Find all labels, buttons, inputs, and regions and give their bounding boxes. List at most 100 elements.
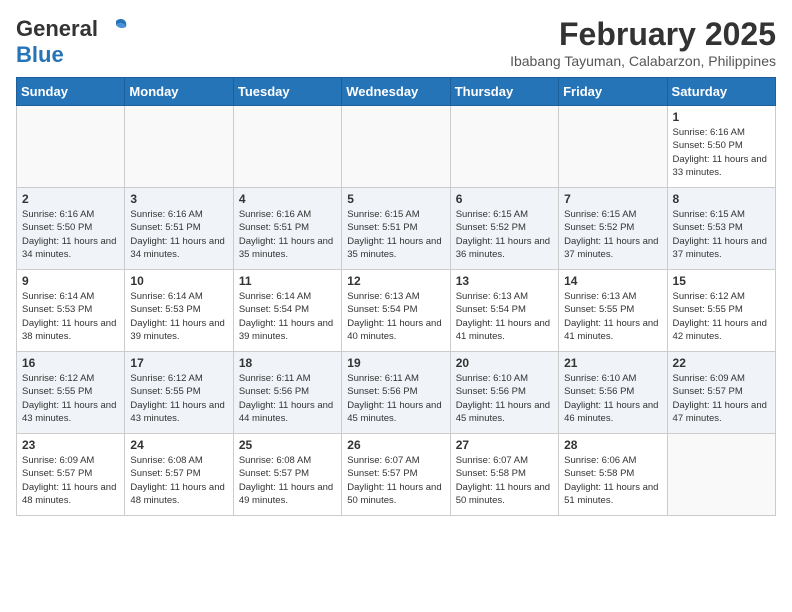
day-info: Sunrise: 6:09 AM Sunset: 5:57 PM Dayligh… (673, 372, 770, 425)
calendar-header-row: SundayMondayTuesdayWednesdayThursdayFrid… (17, 78, 776, 106)
day-of-week-header: Sunday (17, 78, 125, 106)
calendar-week-row: 23Sunrise: 6:09 AM Sunset: 5:57 PM Dayli… (17, 434, 776, 516)
calendar-cell: 16 Sunrise: 6:12 AM Sunset: 5:55 PM Dayli… (17, 352, 125, 434)
day-info: Sunrise: 6:10 AM Sunset: 5:56 PM Dayligh… (456, 372, 553, 425)
calendar-cell: 1 Sunrise: 6:16 AM Sunset: 5:50 PM Daylig… (667, 106, 775, 188)
calendar-cell: 26Sunrise: 6:07 AM Sunset: 5:57 PM Dayli… (342, 434, 450, 516)
day-of-week-header: Wednesday (342, 78, 450, 106)
day-number: 18 (239, 356, 336, 370)
day-info: Sunrise: 6:08 AM Sunset: 5:57 PM Dayligh… (130, 454, 227, 507)
day-number: 21 (564, 356, 661, 370)
calendar-cell (125, 106, 233, 188)
day-info: Sunrise: 6:11 AM Sunset: 5:56 PM Dayligh… (347, 372, 444, 425)
calendar-cell: 8 Sunrise: 6:15 AM Sunset: 5:53 PM Daylig… (667, 188, 775, 270)
day-number: 6 (456, 192, 553, 206)
day-info: Sunrise: 6:12 AM Sunset: 5:55 PM Dayligh… (130, 372, 227, 425)
day-number: 13 (456, 274, 553, 288)
day-of-week-header: Tuesday (233, 78, 341, 106)
calendar-cell: 27 Sunrise: 6:07 AM Sunset: 5:58 PM Dayli… (450, 434, 558, 516)
day-info: Sunrise: 6:16 AM Sunset: 5:51 PM Dayligh… (239, 208, 336, 261)
day-number: 15 (673, 274, 770, 288)
calendar-cell: 10Sunrise: 6:14 AM Sunset: 5:53 PM Dayli… (125, 270, 233, 352)
calendar-cell: 4 Sunrise: 6:16 AM Sunset: 5:51 PM Daylig… (233, 188, 341, 270)
day-info: Sunrise: 6:10 AM Sunset: 5:56 PM Dayligh… (564, 372, 661, 425)
calendar-cell: 2Sunrise: 6:16 AM Sunset: 5:50 PM Daylig… (17, 188, 125, 270)
calendar-cell: 15 Sunrise: 6:12 AM Sunset: 5:55 PM Dayli… (667, 270, 775, 352)
day-info: Sunrise: 6:16 AM Sunset: 5:50 PM Dayligh… (673, 126, 770, 179)
day-info: Sunrise: 6:15 AM Sunset: 5:51 PM Dayligh… (347, 208, 444, 261)
day-number: 25 (239, 438, 336, 452)
day-number: 11 (239, 274, 336, 288)
calendar-cell: 17 Sunrise: 6:12 AM Sunset: 5:55 PM Dayli… (125, 352, 233, 434)
calendar-week-row: 1 Sunrise: 6:16 AM Sunset: 5:50 PM Daylig… (17, 106, 776, 188)
day-info: Sunrise: 6:15 AM Sunset: 5:52 PM Dayligh… (564, 208, 661, 261)
day-info: Sunrise: 6:16 AM Sunset: 5:50 PM Dayligh… (22, 208, 119, 261)
page-header: General Blue February 2025 Ibabang Tayum… (16, 16, 776, 69)
day-number: 19 (347, 356, 444, 370)
calendar-week-row: 9 Sunrise: 6:14 AM Sunset: 5:53 PM Daylig… (17, 270, 776, 352)
calendar-cell: 13Sunrise: 6:13 AM Sunset: 5:54 PM Dayli… (450, 270, 558, 352)
day-number: 24 (130, 438, 227, 452)
calendar-cell: 20 Sunrise: 6:10 AM Sunset: 5:56 PM Dayli… (450, 352, 558, 434)
calendar-cell (450, 106, 558, 188)
month-title: February 2025 (510, 16, 776, 53)
calendar-week-row: 16 Sunrise: 6:12 AM Sunset: 5:55 PM Dayli… (17, 352, 776, 434)
calendar-cell (233, 106, 341, 188)
calendar-cell (667, 434, 775, 516)
logo: General Blue (16, 16, 130, 68)
day-number: 9 (22, 274, 119, 288)
calendar-cell: 12Sunrise: 6:13 AM Sunset: 5:54 PM Dayli… (342, 270, 450, 352)
day-number: 5 (347, 192, 444, 206)
day-number: 22 (673, 356, 770, 370)
day-info: Sunrise: 6:16 AM Sunset: 5:51 PM Dayligh… (130, 208, 227, 261)
day-number: 20 (456, 356, 553, 370)
day-number: 14 (564, 274, 661, 288)
logo-bird-icon (102, 17, 130, 41)
location-title: Ibabang Tayuman, Calabarzon, Philippines (510, 53, 776, 69)
day-info: Sunrise: 6:13 AM Sunset: 5:54 PM Dayligh… (347, 290, 444, 343)
day-info: Sunrise: 6:14 AM Sunset: 5:53 PM Dayligh… (22, 290, 119, 343)
calendar-cell (17, 106, 125, 188)
day-info: Sunrise: 6:07 AM Sunset: 5:58 PM Dayligh… (456, 454, 553, 507)
day-of-week-header: Monday (125, 78, 233, 106)
day-number: 28 (564, 438, 661, 452)
calendar-cell: 19 Sunrise: 6:11 AM Sunset: 5:56 PM Dayli… (342, 352, 450, 434)
calendar-table: SundayMondayTuesdayWednesdayThursdayFrid… (16, 77, 776, 516)
day-number: 17 (130, 356, 227, 370)
calendar-cell: 28 Sunrise: 6:06 AM Sunset: 5:58 PM Dayli… (559, 434, 667, 516)
day-number: 23 (22, 438, 119, 452)
calendar-cell: 9 Sunrise: 6:14 AM Sunset: 5:53 PM Daylig… (17, 270, 125, 352)
day-number: 27 (456, 438, 553, 452)
day-info: Sunrise: 6:08 AM Sunset: 5:57 PM Dayligh… (239, 454, 336, 507)
calendar-cell: 25 Sunrise: 6:08 AM Sunset: 5:57 PM Dayli… (233, 434, 341, 516)
calendar-cell: 5 Sunrise: 6:15 AM Sunset: 5:51 PM Daylig… (342, 188, 450, 270)
day-number: 4 (239, 192, 336, 206)
logo-text-blue: Blue (16, 42, 64, 67)
day-info: Sunrise: 6:15 AM Sunset: 5:53 PM Dayligh… (673, 208, 770, 261)
day-number: 1 (673, 110, 770, 124)
day-info: Sunrise: 6:12 AM Sunset: 5:55 PM Dayligh… (673, 290, 770, 343)
calendar-cell: 24 Sunrise: 6:08 AM Sunset: 5:57 PM Dayli… (125, 434, 233, 516)
calendar-week-row: 2Sunrise: 6:16 AM Sunset: 5:50 PM Daylig… (17, 188, 776, 270)
day-info: Sunrise: 6:11 AM Sunset: 5:56 PM Dayligh… (239, 372, 336, 425)
day-number: 16 (22, 356, 119, 370)
day-info: Sunrise: 6:12 AM Sunset: 5:55 PM Dayligh… (22, 372, 119, 425)
calendar-cell: 22 Sunrise: 6:09 AM Sunset: 5:57 PM Dayli… (667, 352, 775, 434)
calendar-cell: 18 Sunrise: 6:11 AM Sunset: 5:56 PM Dayli… (233, 352, 341, 434)
day-info: Sunrise: 6:14 AM Sunset: 5:53 PM Dayligh… (130, 290, 227, 343)
day-info: Sunrise: 6:06 AM Sunset: 5:58 PM Dayligh… (564, 454, 661, 507)
calendar-cell: 6Sunrise: 6:15 AM Sunset: 5:52 PM Daylig… (450, 188, 558, 270)
day-info: Sunrise: 6:14 AM Sunset: 5:54 PM Dayligh… (239, 290, 336, 343)
day-number: 7 (564, 192, 661, 206)
day-number: 26 (347, 438, 444, 452)
day-of-week-header: Saturday (667, 78, 775, 106)
day-of-week-header: Thursday (450, 78, 558, 106)
calendar-cell: 3Sunrise: 6:16 AM Sunset: 5:51 PM Daylig… (125, 188, 233, 270)
title-section: February 2025 Ibabang Tayuman, Calabarzo… (510, 16, 776, 69)
day-number: 8 (673, 192, 770, 206)
calendar-cell: 23Sunrise: 6:09 AM Sunset: 5:57 PM Dayli… (17, 434, 125, 516)
day-info: Sunrise: 6:13 AM Sunset: 5:55 PM Dayligh… (564, 290, 661, 343)
calendar-cell (559, 106, 667, 188)
logo-text-general: General (16, 16, 98, 42)
calendar-cell: 11 Sunrise: 6:14 AM Sunset: 5:54 PM Dayli… (233, 270, 341, 352)
